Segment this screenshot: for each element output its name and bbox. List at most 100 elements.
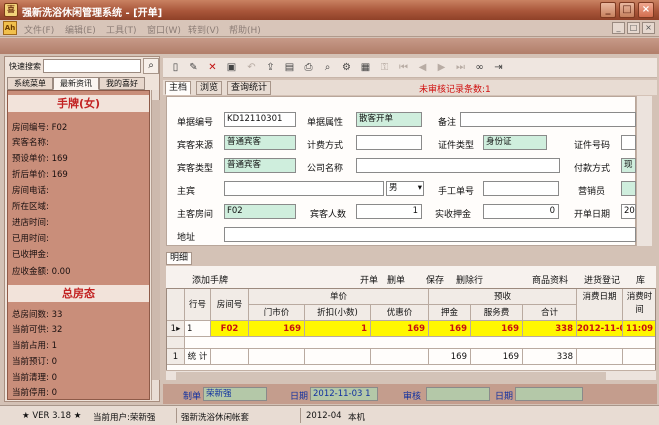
doc-attr-label: 单据属性 [307, 118, 344, 128]
room-info-panel: 手牌(女) 房间编号: F02 宾客名称: 预设单价: 169 折后单价: 16… [7, 90, 150, 400]
delete-icon[interactable]: ✕ [206, 61, 219, 74]
room-field: 折后单价: 169 [12, 170, 68, 180]
tab-favorites[interactable]: 我的喜好 [99, 77, 145, 90]
left-panel-scrollbar[interactable] [151, 90, 160, 400]
save-icon[interactable]: ▣ [225, 61, 238, 74]
cell-door-price[interactable]: 169 [249, 321, 305, 337]
doc-attr-field[interactable]: 散客开单 [356, 112, 422, 127]
edit-icon[interactable]: ✎ [187, 61, 200, 74]
export-icon[interactable]: ⇪ [264, 61, 277, 74]
lock-icon[interactable]: ⚿ [378, 61, 391, 74]
menu-help[interactable]: 帮助(H) [229, 23, 261, 36]
print-preview-icon[interactable]: ▤ [283, 61, 296, 74]
footer-bar: 制单 荣新强 日期 2012-11-03 1 审核 日期 [163, 384, 657, 404]
cell-room-no[interactable]: F02 [211, 321, 249, 337]
totals-total: 338 [523, 349, 577, 365]
cell-consume-time[interactable]: 11:09 [623, 321, 655, 337]
mdi-restore-button[interactable]: □ [627, 22, 640, 34]
open-bill-button[interactable]: 开单 [360, 273, 378, 286]
review-date-field[interactable] [515, 387, 583, 401]
row-indicator[interactable]: 1▸ [167, 321, 185, 337]
host-field[interactable] [224, 181, 384, 196]
header-band [0, 38, 659, 54]
next-icon[interactable]: ▶ [435, 61, 448, 74]
reviewer-field[interactable] [426, 387, 490, 401]
delete-row-button[interactable]: 删除行 [456, 273, 483, 286]
company-field[interactable] [356, 158, 560, 173]
payment-label: 付款方式 [574, 164, 611, 174]
address-field[interactable] [224, 227, 636, 242]
summary-title: 总房态 [8, 285, 149, 302]
maker-field[interactable]: 荣新强 [203, 387, 267, 401]
menu-edit[interactable]: 编辑(E) [65, 23, 96, 36]
exit-icon[interactable]: ⇥ [492, 61, 505, 74]
purchase-register-button[interactable]: 进货登记 [584, 273, 620, 286]
prev-icon[interactable]: ◀ [416, 61, 429, 74]
room-title: 手牌(女) [8, 95, 149, 112]
billing-label: 计费方式 [307, 141, 344, 151]
main-room-field[interactable]: F02 [224, 204, 296, 219]
magnifier-icon[interactable]: ⌕ [143, 58, 159, 74]
cell-special-price[interactable]: 169 [371, 321, 429, 337]
tab-detail[interactable]: 明细 [166, 252, 193, 265]
close-button[interactable]: × [638, 2, 654, 18]
inventory-button[interactable]: 库 [636, 273, 645, 286]
tab-latest-news[interactable]: 最新资讯 [53, 77, 99, 90]
tab-main[interactable]: 主档 [165, 81, 192, 95]
date-field[interactable]: 2012-11-03 1 [310, 387, 378, 401]
doc-no-field[interactable]: KD12110301 [224, 112, 296, 127]
last-icon[interactable]: ⏭ [454, 61, 467, 74]
remark-field[interactable] [460, 112, 636, 127]
guest-source-field[interactable]: 普通宾客 [224, 135, 296, 150]
menu-goto[interactable]: 转到(V) [188, 23, 219, 36]
menu-tools[interactable]: 工具(T) [106, 23, 137, 36]
quick-search-input[interactable] [43, 59, 141, 73]
tab-query[interactable]: 查询统计 [227, 81, 272, 95]
menu-window[interactable]: 窗口(W) [147, 23, 181, 36]
company-label: 公司名称 [307, 164, 344, 174]
cell-consume-date[interactable]: 2012-11-0 [577, 321, 623, 337]
id-no-field[interactable] [621, 135, 636, 150]
guest-count-field[interactable]: 1 [356, 204, 422, 219]
cell-deposit[interactable]: 169 [429, 321, 471, 337]
link-icon[interactable]: ∞ [473, 61, 486, 74]
gender-select[interactable]: 男 ▾ [386, 181, 424, 196]
open-date-field[interactable]: 20 [621, 204, 636, 219]
form-scrollbar[interactable] [636, 96, 652, 246]
cell-service-fee[interactable]: 169 [471, 321, 523, 337]
cell-total[interactable]: 338 [523, 321, 577, 337]
undo-icon[interactable]: ↶ [245, 61, 258, 74]
minimize-button[interactable]: _ [600, 2, 616, 18]
totals-empty [211, 349, 249, 365]
search-icon[interactable]: ⌕ [321, 61, 334, 74]
save-button[interactable]: 保存 [426, 273, 444, 286]
menu-file[interactable]: 文件(F) [24, 23, 54, 36]
manual-no-field[interactable] [483, 181, 559, 196]
payment-field[interactable]: 现 [621, 158, 636, 173]
add-wristband-button[interactable]: 添加手牌 [192, 273, 228, 286]
billing-field[interactable] [356, 135, 422, 150]
col-consume-time: 消费时间 [623, 289, 655, 321]
print-icon[interactable]: ⎙ [302, 61, 315, 74]
mdi-minimize-button[interactable]: _ [612, 22, 625, 34]
mdi-close-button[interactable]: × [642, 22, 655, 34]
new-icon[interactable]: ▯ [169, 61, 182, 74]
deposit-field[interactable]: 0 [483, 204, 559, 219]
room-field: 已用时间: [12, 234, 49, 244]
summary-field: 当前清理: 0 [12, 373, 57, 383]
product-info-button[interactable]: 商品资料 [532, 273, 568, 286]
delete-bill-button[interactable]: 删单 [387, 273, 405, 286]
cell-row-no[interactable]: 1 [185, 321, 211, 337]
grid-hscrollbar[interactable] [166, 370, 656, 380]
tab-system-menu[interactable]: 系统菜单 [7, 77, 53, 90]
sales-field[interactable] [621, 181, 636, 196]
chart-icon[interactable]: ▦ [359, 61, 372, 74]
tab-browse[interactable]: 浏览 [196, 81, 223, 95]
guest-type-field[interactable]: 普通宾客 [224, 158, 296, 173]
maximize-button[interactable]: □ [619, 2, 635, 18]
id-type-field[interactable]: 身份证 [483, 135, 547, 150]
first-icon[interactable]: ⏮ [397, 61, 410, 74]
settings-icon[interactable]: ⚙ [340, 61, 353, 74]
cell-discount[interactable]: 1 [305, 321, 371, 337]
summary-field: 当前可供: 32 [12, 325, 63, 335]
